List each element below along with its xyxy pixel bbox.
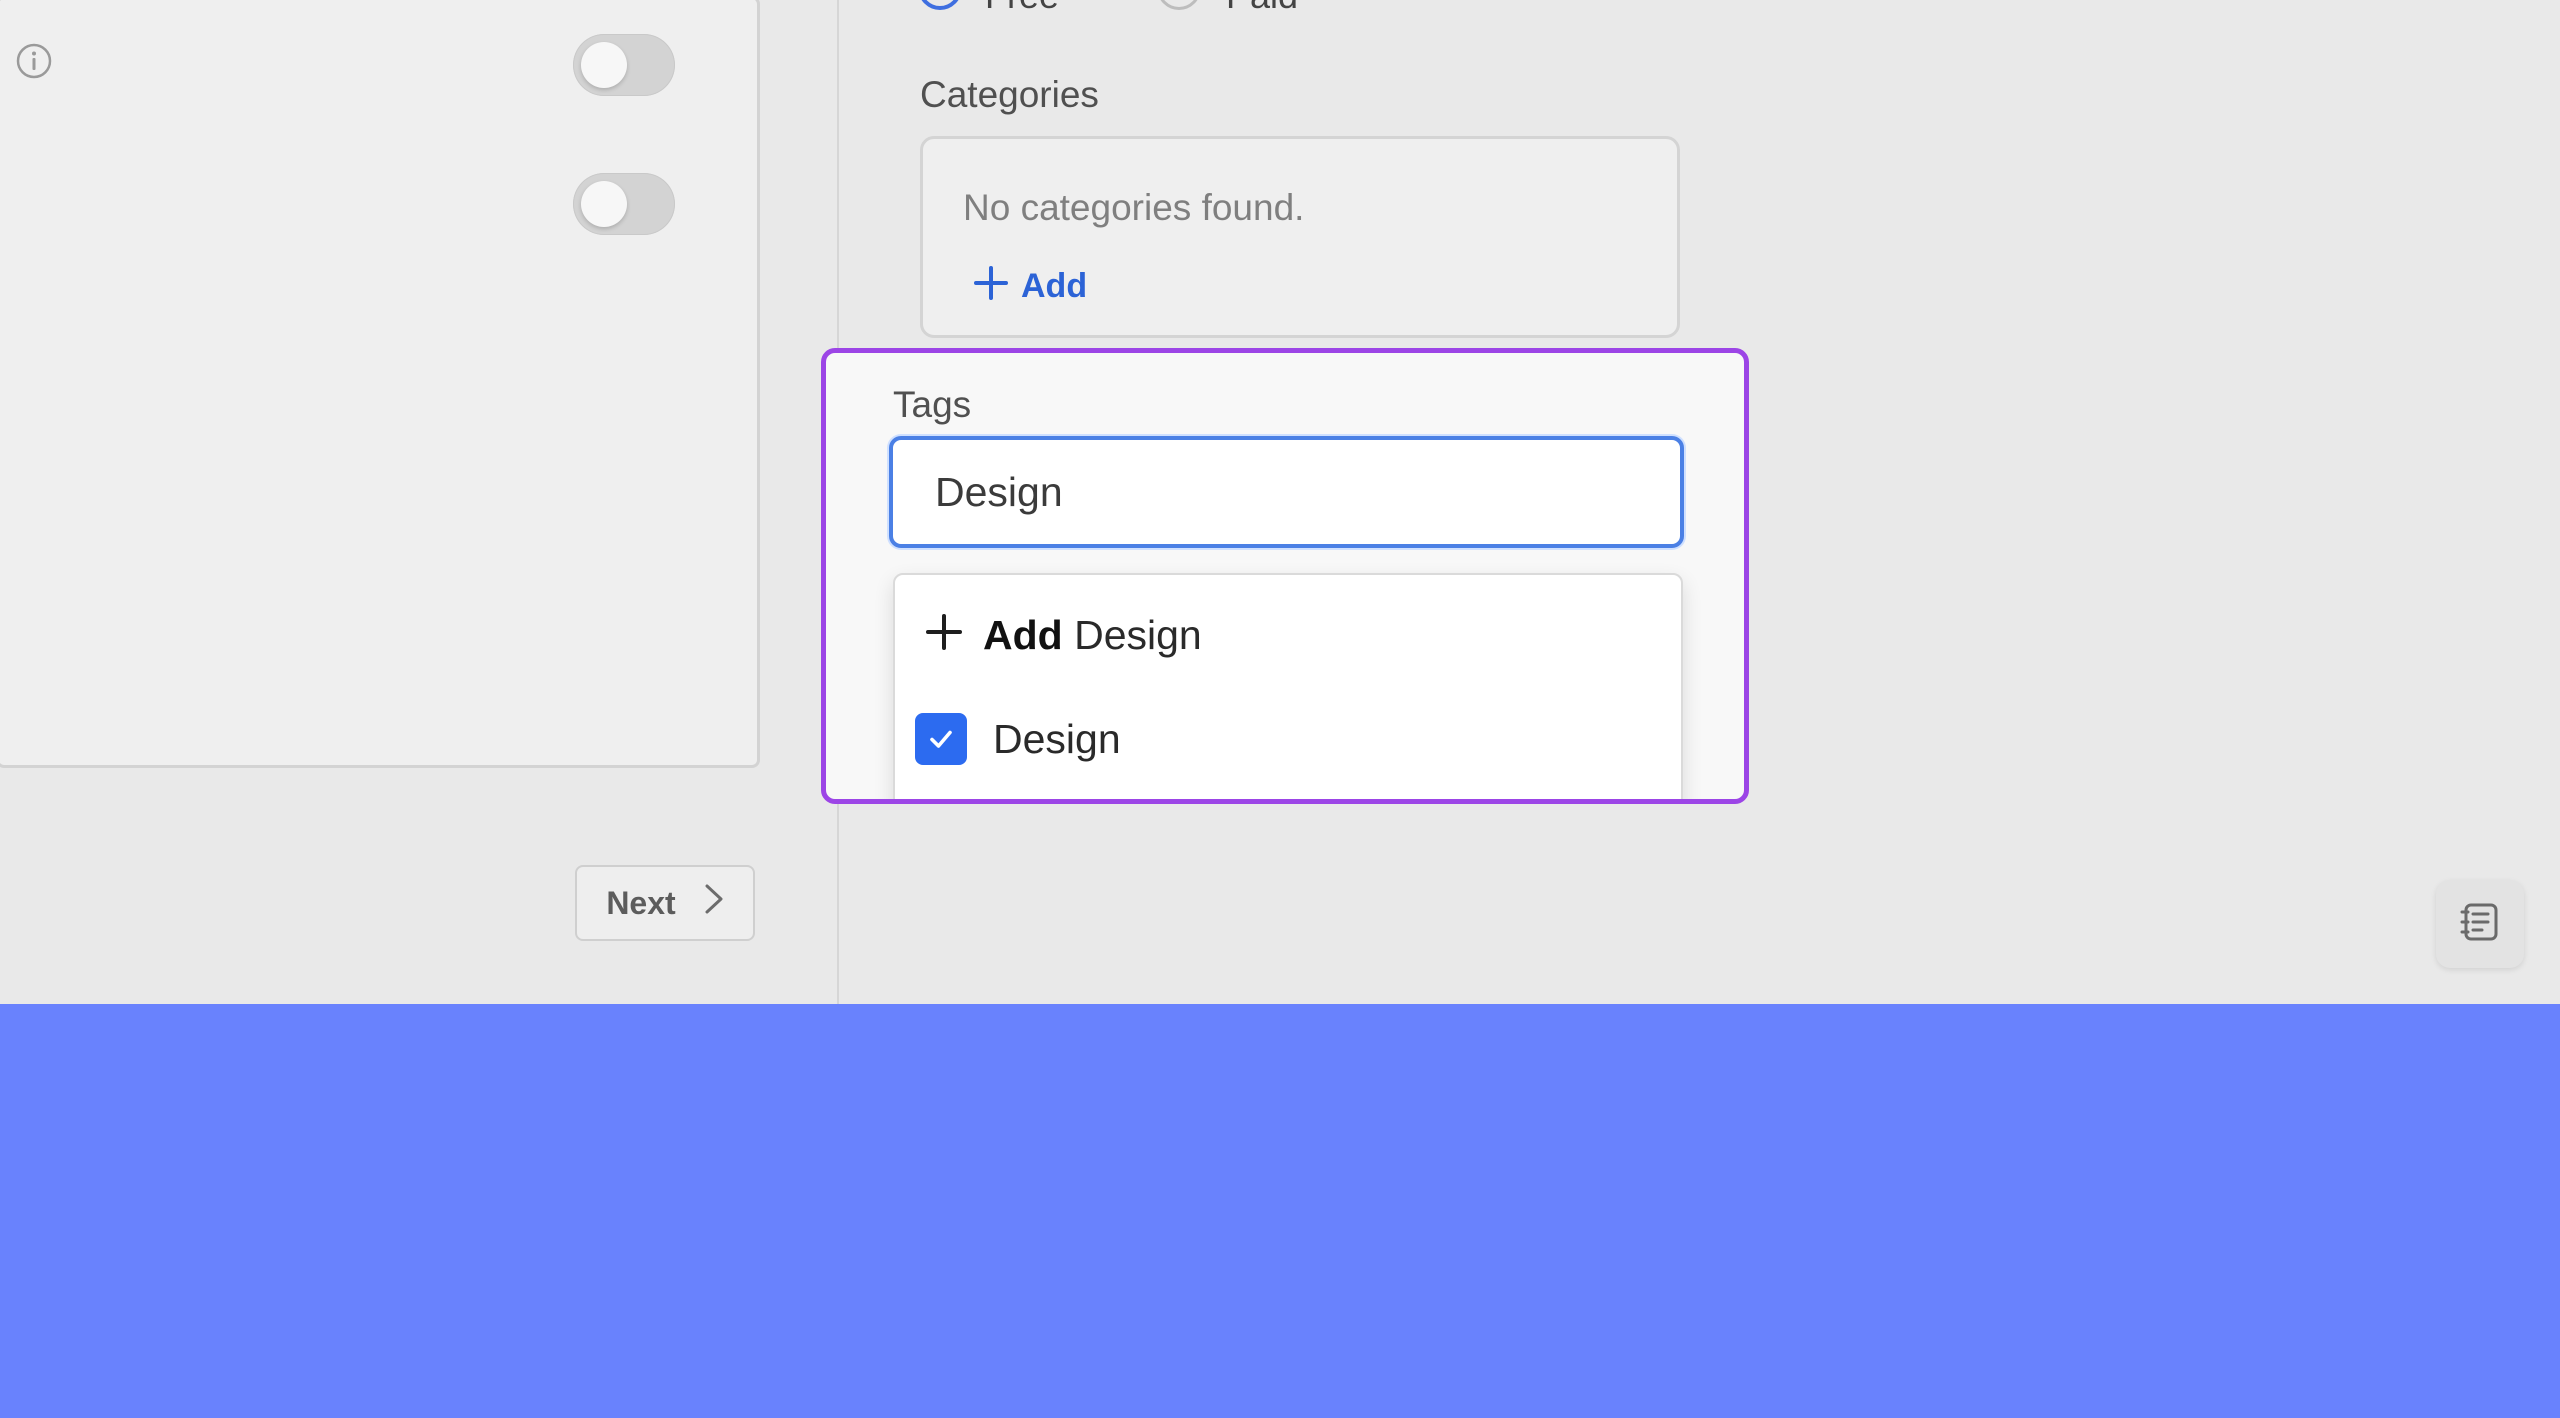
radio-free[interactable] — [918, 0, 962, 10]
info-icon[interactable] — [15, 42, 53, 80]
tags-dropdown: Add Design Design — [893, 573, 1683, 799]
tag-option[interactable]: Design — [895, 713, 1701, 765]
notes-icon — [2457, 899, 2503, 950]
next-button[interactable]: Next — [575, 865, 755, 941]
notes-button[interactable] — [2436, 880, 2524, 968]
checkbox-checked[interactable] — [915, 713, 967, 765]
settings-panel — [0, 0, 760, 768]
add-tag-value: Design — [1074, 612, 1202, 658]
next-label: Next — [606, 884, 676, 921]
radio-paid[interactable] — [1157, 0, 1201, 10]
plus-icon — [973, 265, 1009, 307]
add-tag-prefix: Add — [983, 612, 1063, 658]
plus-icon — [925, 613, 963, 658]
radio-paid-label: Paid — [1226, 0, 1298, 14]
chevron-right-icon — [704, 883, 724, 923]
radio-free-label: Free — [985, 0, 1059, 14]
tags-input[interactable]: Design — [889, 436, 1684, 548]
tags-section: Tags Design Add Design Design — [821, 348, 1749, 804]
toggle-switch-2[interactable] — [573, 173, 675, 235]
categories-empty-text: No categories found. — [963, 187, 1305, 228]
add-category-button[interactable]: Add — [973, 265, 1087, 307]
check-icon — [930, 730, 952, 748]
tags-label: Tags — [893, 384, 972, 425]
toggle-knob — [581, 181, 627, 227]
categories-label: Categories — [920, 74, 1099, 115]
add-tag-option[interactable]: Add Design — [895, 613, 1711, 658]
add-category-label: Add — [1021, 267, 1088, 305]
app-window: Next Free Paid Categories No categories … — [0, 0, 2560, 1004]
tag-option-label: Design — [993, 715, 1121, 762]
toggle-knob — [581, 42, 627, 88]
toggle-switch-1[interactable] — [573, 34, 675, 96]
categories-box: No categories found. Add — [920, 136, 1680, 338]
